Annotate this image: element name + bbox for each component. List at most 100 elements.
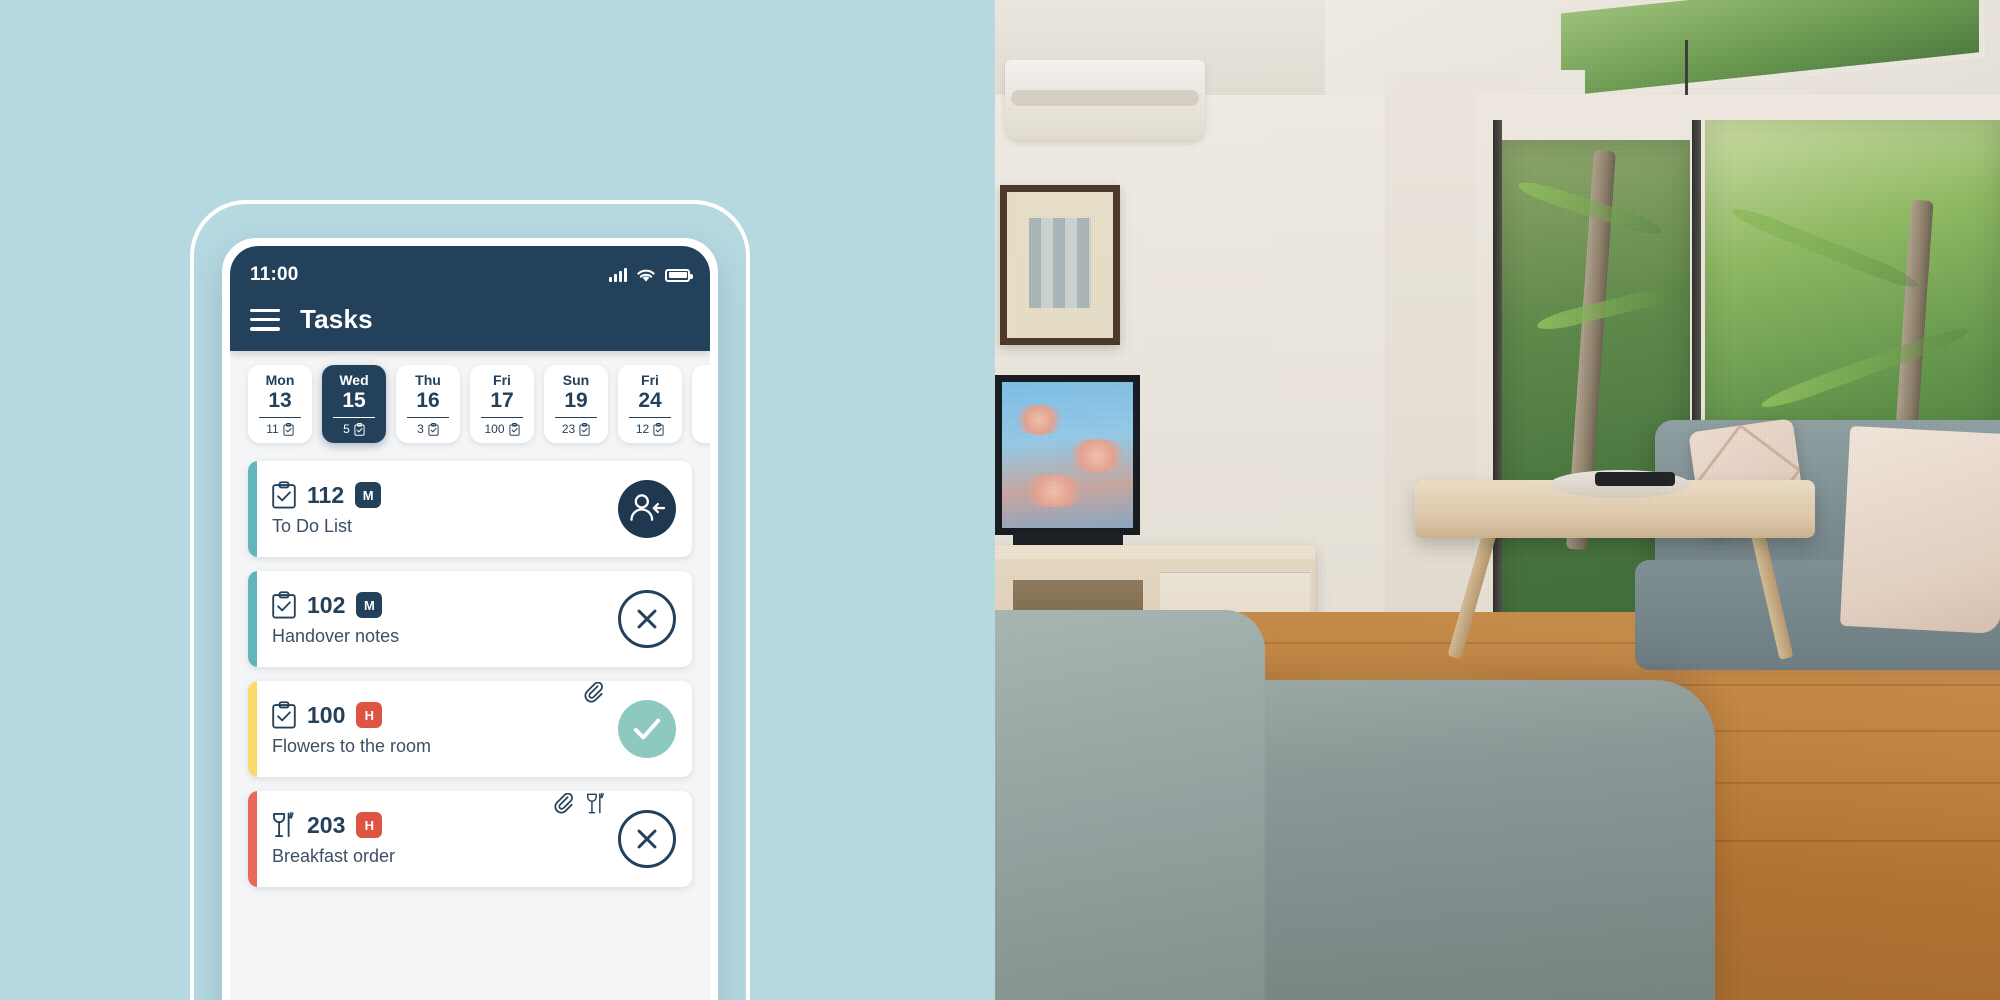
clipboard-check-icon bbox=[272, 481, 296, 509]
task-number: 112 bbox=[307, 481, 345, 508]
close-x-icon bbox=[637, 829, 657, 849]
date-chip-date: 19 bbox=[564, 389, 588, 413]
task-number: 102 bbox=[307, 591, 346, 618]
task-priority-bar bbox=[248, 571, 257, 668]
task-content: 112 M To Do List bbox=[272, 481, 618, 537]
task-card[interactable]: 112 M To Do List bbox=[248, 461, 692, 558]
task-header-row: 100 H bbox=[272, 701, 584, 729]
date-chip-dow: Sun bbox=[562, 372, 590, 388]
task-priority-bar bbox=[248, 461, 257, 558]
date-chip-count: 3 bbox=[400, 422, 456, 436]
room-service-icon bbox=[586, 792, 604, 814]
task-content: 100 H Flowers to the room bbox=[272, 701, 584, 757]
task-list: 112 M To Do List 102 M Handover notes 100 H Flow… bbox=[230, 457, 710, 888]
date-chip-date: 24 bbox=[638, 389, 662, 413]
date-chip-count: 100 bbox=[474, 422, 530, 436]
page-root: 11:00 Tasks Mon 13 11 Wed 15 5 Thu 16 3 … bbox=[0, 0, 2000, 1000]
task-attachment-icons bbox=[584, 682, 606, 704]
date-chip-mon-13[interactable]: Mon 13 11 bbox=[248, 365, 312, 444]
task-title: Breakfast order bbox=[272, 846, 396, 867]
task-header-row: 112 M bbox=[272, 481, 618, 509]
living-room-photo bbox=[995, 0, 2000, 1000]
date-chip-count-value: 23 bbox=[561, 422, 576, 437]
photo-remote-control bbox=[1595, 472, 1675, 486]
task-header-row: 203 H bbox=[272, 811, 554, 839]
page-title: Tasks bbox=[300, 304, 373, 334]
phone-frame: 11:00 Tasks Mon 13 11 Wed 15 5 Thu 16 3 … bbox=[222, 238, 718, 1000]
wifi-icon bbox=[637, 269, 655, 282]
date-chip-divider bbox=[407, 416, 449, 419]
task-content: 203 H Breakfast order bbox=[272, 811, 554, 867]
task-attachment-icons bbox=[554, 792, 606, 815]
date-chip-count-value: 12 bbox=[635, 422, 650, 437]
clipboard-check-icon bbox=[508, 422, 520, 436]
status-clock: 11:00 bbox=[250, 264, 299, 285]
date-chip-count: 5 bbox=[326, 422, 382, 436]
task-actions bbox=[618, 480, 676, 539]
date-chip-dow: Fri bbox=[493, 372, 511, 388]
date-chip-thu-16[interactable]: Thu 16 3 bbox=[396, 365, 460, 444]
cancel-task-button[interactable] bbox=[618, 590, 676, 649]
clipboard-check-icon bbox=[354, 422, 365, 436]
date-chip-fri-24[interactable]: Fri 24 12 bbox=[618, 365, 682, 444]
clipboard-check-icon bbox=[283, 422, 294, 436]
hamburger-menu-icon[interactable] bbox=[250, 308, 280, 331]
task-title: To Do List bbox=[272, 516, 353, 537]
battery-icon bbox=[665, 268, 693, 282]
photo-air-conditioner bbox=[1005, 60, 1205, 140]
clipboard-check-icon bbox=[272, 701, 296, 729]
date-chip-count-value: 3 bbox=[417, 422, 424, 437]
date-strip[interactable]: Mon 13 11 Wed 15 5 Thu 16 3 Fri 17 100 Sun 19 23 Fri 24 1… bbox=[230, 351, 710, 458]
assign-user-icon bbox=[630, 494, 666, 522]
task-priority-bar bbox=[248, 791, 257, 888]
date-chip-date: 16 bbox=[416, 389, 440, 413]
task-header-row: 102 M bbox=[272, 591, 618, 619]
task-badge: M bbox=[356, 592, 383, 619]
app-bar-title-row: Tasks bbox=[250, 304, 690, 335]
date-chip-count: 11 bbox=[252, 422, 308, 436]
date-chip-divider bbox=[555, 416, 597, 419]
task-actions bbox=[618, 590, 676, 649]
complete-task-button[interactable] bbox=[618, 700, 676, 759]
date-chip-dow: Fri bbox=[641, 372, 659, 388]
task-number: 100 bbox=[307, 701, 346, 728]
date-chip-next-partial[interactable] bbox=[692, 365, 710, 444]
date-chip-fri-17[interactable]: Fri 17 100 bbox=[470, 365, 534, 444]
date-chip-dow: Mon bbox=[265, 372, 295, 388]
date-chip-count: 23 bbox=[548, 422, 604, 436]
clipboard-check-icon bbox=[272, 591, 296, 619]
photo-framed-artwork bbox=[1000, 185, 1120, 345]
room-service-icon bbox=[273, 812, 294, 838]
phone-mockup: 11:00 Tasks Mon 13 11 Wed 15 5 Thu 16 3 … bbox=[190, 200, 750, 1000]
task-card[interactable]: 100 H Flowers to the room bbox=[248, 681, 692, 778]
paperclip-icon[interactable] bbox=[554, 792, 576, 815]
photo-television bbox=[995, 375, 1140, 535]
signal-bars-icon bbox=[609, 268, 627, 282]
date-chip-divider bbox=[259, 416, 301, 419]
app-bar: 11:00 Tasks bbox=[230, 246, 710, 351]
photo-cabinet-top bbox=[995, 545, 1315, 559]
date-chip-wed-15[interactable]: Wed 15 5 bbox=[322, 365, 386, 444]
date-chip-count-value: 11 bbox=[266, 422, 279, 437]
assign-user-button[interactable] bbox=[618, 480, 676, 539]
task-number: 203 bbox=[307, 811, 346, 838]
task-card[interactable]: 102 M Handover notes bbox=[248, 571, 692, 668]
date-chip-date: 15 bbox=[342, 389, 366, 413]
task-actions bbox=[584, 682, 676, 759]
date-chip-sun-19[interactable]: Sun 19 23 bbox=[544, 365, 608, 444]
cancel-task-button[interactable] bbox=[618, 810, 676, 869]
date-chip-count-value: 100 bbox=[484, 422, 505, 437]
date-chip-divider bbox=[481, 416, 523, 419]
date-chip-divider bbox=[333, 416, 375, 419]
status-bar: 11:00 bbox=[250, 264, 693, 286]
paperclip-icon[interactable] bbox=[584, 682, 606, 704]
photo-mullion-1 bbox=[1493, 120, 1502, 640]
task-title: Handover notes bbox=[272, 626, 400, 647]
task-badge: H bbox=[356, 812, 383, 839]
task-actions bbox=[554, 792, 676, 869]
clipboard-check-icon bbox=[428, 422, 439, 436]
date-chip-count-value: 5 bbox=[343, 422, 350, 437]
task-title: Flowers to the room bbox=[272, 736, 432, 757]
photo-throw-blanket bbox=[1839, 425, 2000, 635]
task-card[interactable]: 203 H Breakfast order bbox=[248, 791, 692, 888]
